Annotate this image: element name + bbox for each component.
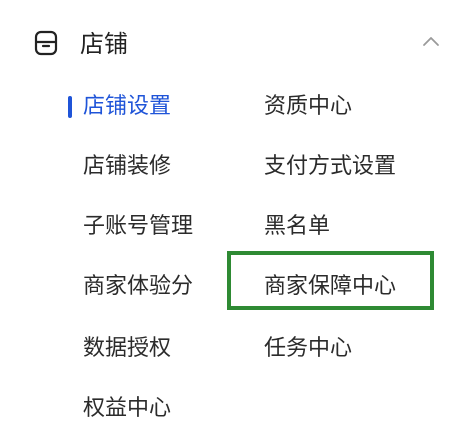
chevron-up-icon[interactable] (421, 34, 441, 48)
store-section-header[interactable]: 店铺 (0, 20, 474, 68)
menu-item-task-center[interactable]: 任务中心 (264, 327, 352, 371)
menu-item-payment-method-settings[interactable]: 支付方式设置 (264, 145, 396, 189)
menu-item-blacklist[interactable]: 黑名单 (264, 205, 330, 249)
highlight-box (227, 251, 434, 310)
menu-item-benefits-center[interactable]: 权益中心 (83, 387, 171, 431)
active-indicator (68, 96, 72, 118)
menu-item-data-authorization[interactable]: 数据授权 (83, 327, 171, 371)
store-menu-panel: 店铺 店铺设置 店铺装修 子账号管理 商家体验分 数据授权 权益中心 资质中心 … (0, 0, 474, 440)
menu-item-sub-account-management[interactable]: 子账号管理 (83, 205, 193, 249)
store-icon (34, 30, 58, 56)
menu-item-store-decoration[interactable]: 店铺装修 (83, 145, 171, 189)
menu-item-merchant-score[interactable]: 商家体验分 (83, 265, 193, 309)
menu-item-store-settings[interactable]: 店铺设置 (83, 85, 171, 129)
menu-item-qualification-center[interactable]: 资质中心 (264, 85, 352, 129)
section-title: 店铺 (80, 30, 128, 58)
